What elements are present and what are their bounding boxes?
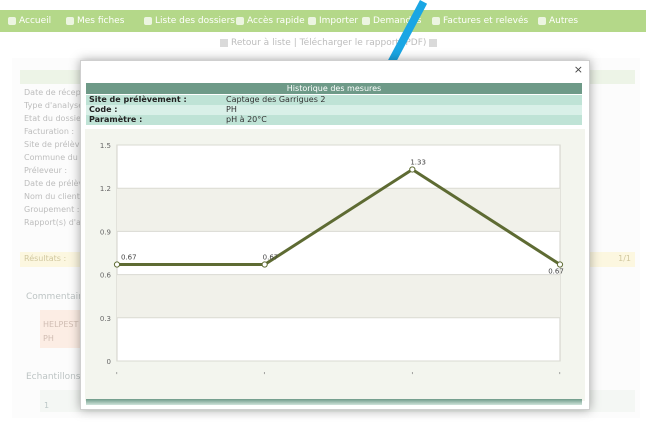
x-tick-label: - — [407, 371, 416, 374]
info-row-code: Code : PH — [86, 105, 582, 115]
data-point — [261, 261, 268, 268]
data-point — [556, 261, 564, 268]
plot-area — [116, 144, 561, 362]
dialog-footer — [86, 399, 582, 405]
data-point — [113, 261, 121, 268]
y-tick-label: 1.5 — [100, 142, 111, 150]
history-line-chart: 0 0.3 0.6 0.9 1.2 1.5 0.67 - 0.67 - 1.33 - 0.67 - — [85, 129, 585, 401]
close-icon[interactable]: × — [574, 63, 583, 76]
plot-band — [117, 274, 560, 318]
plot-band — [117, 188, 560, 232]
measurement-history-dialog: × Historique des mesures Site de prélève… — [80, 60, 590, 410]
info-row-site: Site de prélèvement : Captage des Garrigu… — [86, 95, 582, 105]
y-tick-label: 0.9 — [100, 228, 111, 236]
data-label: 0.67 — [263, 254, 279, 262]
data-label: 0.67 — [121, 254, 137, 262]
x-tick-label: - — [260, 371, 269, 374]
x-tick-label: - — [555, 371, 564, 374]
y-tick-label: 0.3 — [100, 315, 111, 323]
data-point — [409, 166, 416, 173]
y-tick-label: 0.6 — [100, 272, 112, 280]
data-label: 1.33 — [410, 158, 426, 166]
info-row-parameter: Paramètre : pH à 20°C — [86, 115, 582, 125]
x-tick-label: - — [112, 371, 121, 374]
dialog-title: Historique des mesures — [86, 83, 582, 94]
y-tick-label: 1.2 — [100, 185, 111, 193]
y-tick-label: 0 — [107, 358, 111, 366]
data-label: 0.67 — [548, 268, 564, 276]
